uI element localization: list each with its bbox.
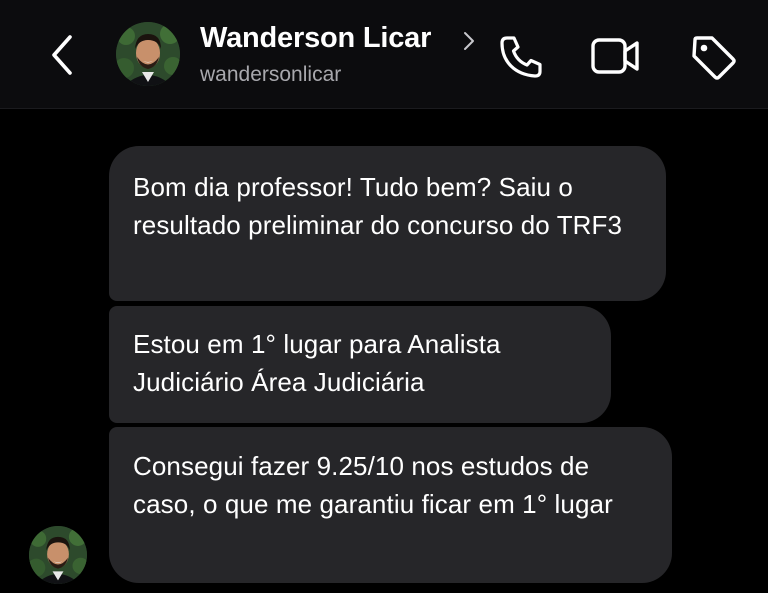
sender-avatar[interactable] (29, 526, 87, 584)
phone-icon (500, 36, 542, 78)
message-bubble[interactable]: Estou em 1° lugar para Analista Judiciár… (109, 306, 611, 423)
back-button[interactable] (44, 30, 80, 80)
voice-call-button[interactable] (494, 30, 548, 84)
avatar-photo (116, 22, 180, 86)
contact-avatar[interactable] (116, 22, 180, 86)
contact-name[interactable]: Wanderson Licar (200, 22, 431, 55)
video-call-button[interactable] (588, 30, 642, 84)
chat-header: Wanderson Licar wandersonlicar (0, 0, 768, 109)
tag-icon (692, 36, 736, 80)
contact-username: wandersonlicar (200, 63, 342, 86)
chevron-right-icon[interactable] (461, 28, 477, 54)
video-camera-icon (591, 38, 639, 74)
message-text: Bom dia professor! Tudo bem? Saiu o resu… (133, 172, 623, 240)
message-text: Estou em 1° lugar para Analista Judiciár… (133, 329, 501, 397)
message-text: Consegui fazer 9.25/10 nos estudos de ca… (133, 451, 613, 519)
message-bubble[interactable]: Consegui fazer 9.25/10 nos estudos de ca… (109, 427, 672, 583)
tag-button[interactable] (686, 30, 740, 84)
message-bubble[interactable]: Bom dia professor! Tudo bem? Saiu o resu… (109, 146, 666, 301)
chevron-left-icon (52, 35, 72, 75)
avatar-photo (29, 526, 87, 584)
